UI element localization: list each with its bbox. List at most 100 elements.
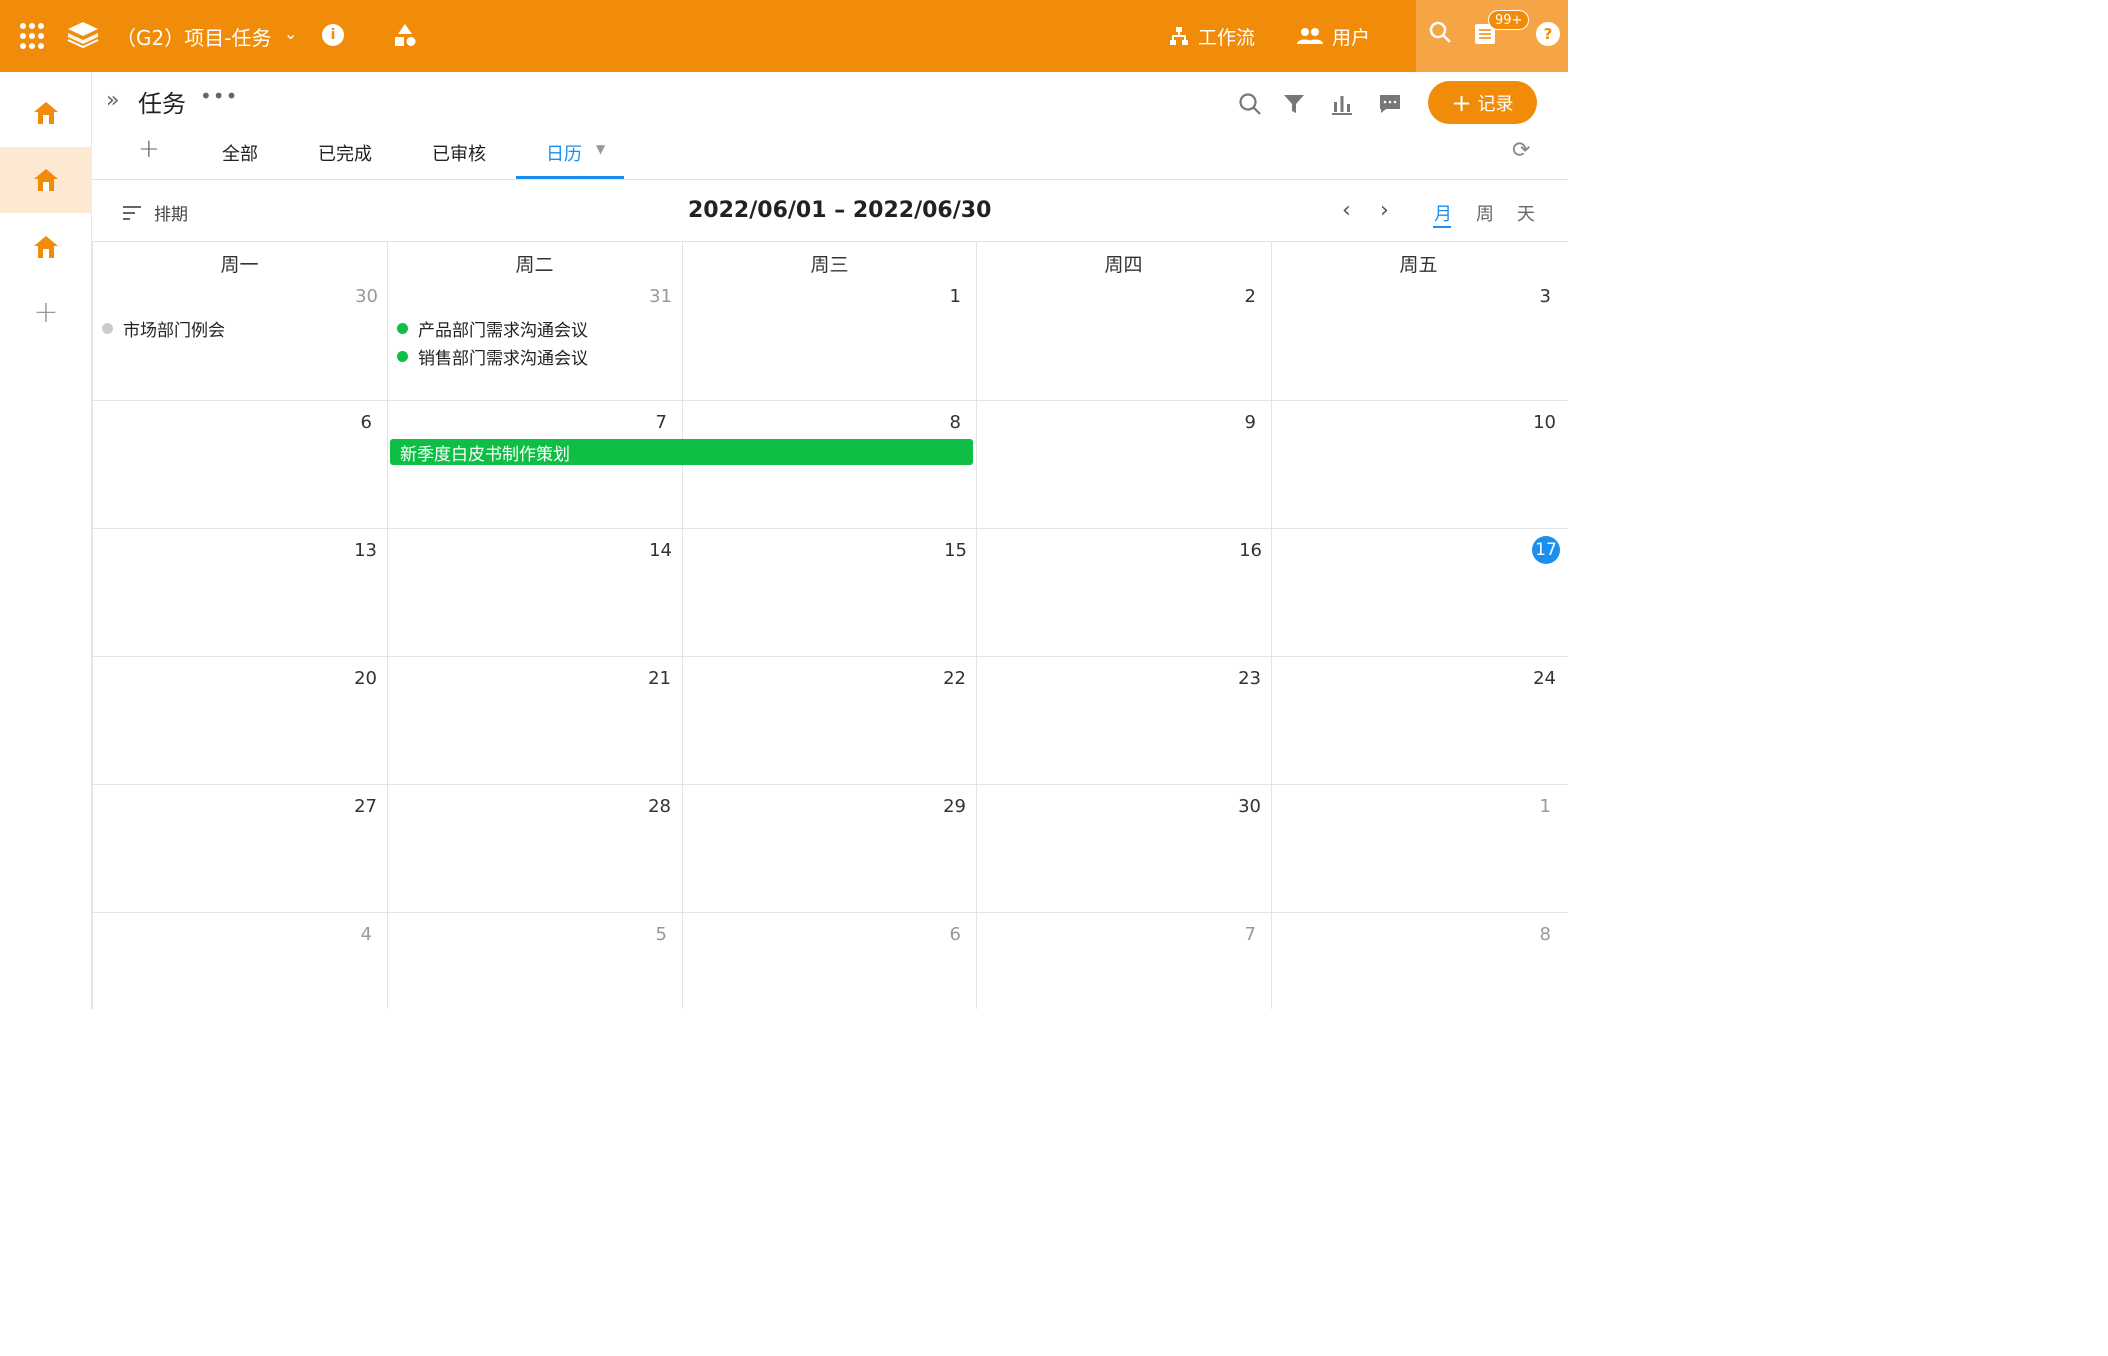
day-number[interactable]: 27 <box>317 796 377 817</box>
sidebar-item-home-3[interactable] <box>0 214 92 280</box>
info-icon[interactable]: i <box>322 24 344 46</box>
comment-icon[interactable] <box>1376 90 1404 118</box>
view-day[interactable]: 天 <box>1517 200 1535 226</box>
weekday-header: 周三 <box>810 254 849 276</box>
sort-lines-icon <box>123 205 141 220</box>
date-range: 2022/06/01 – 2022/06/30 <box>688 198 992 223</box>
chevron-left-icon[interactable]: ‹ <box>1342 198 1351 223</box>
search-icon[interactable] <box>1236 90 1264 118</box>
view-month[interactable]: 月 <box>1434 200 1452 226</box>
day-number[interactable]: 30 <box>1201 796 1261 817</box>
day-number[interactable]: 8 <box>1491 924 1551 945</box>
calendar-event[interactable]: 产品部门需求沟通会议 <box>397 316 588 341</box>
day-number[interactable]: 2 <box>1196 286 1256 307</box>
day-number[interactable]: 15 <box>907 540 967 561</box>
workflow-label: 工作流 <box>1198 26 1256 49</box>
day-number[interactable]: 7 <box>1196 924 1256 945</box>
calendar-event[interactable]: 销售部门需求沟通会议 <box>397 344 588 369</box>
caret-down-icon[interactable]: ▼ <box>596 142 605 156</box>
calendar-grid: 周一 周二 周三 周四 周五 30 31 1 2 3 6 7 8 9 10 13… <box>92 242 1568 1009</box>
day-number[interactable]: 8 <box>901 412 961 433</box>
tab-calendar[interactable]: 日历 <box>546 140 582 166</box>
span-event[interactable]: 新季度白皮书制作策划 <box>390 439 973 465</box>
weekday-header: 周一 <box>220 254 259 276</box>
day-number[interactable]: 4 <box>312 924 372 945</box>
day-number[interactable]: 24 <box>1496 668 1556 689</box>
home-icon <box>34 102 58 124</box>
day-number[interactable]: 21 <box>611 668 671 689</box>
add-record-label: 记录 <box>1477 93 1514 115</box>
more-icon[interactable]: ••• <box>200 84 238 108</box>
event-title: 销售部门需求沟通会议 <box>418 349 588 369</box>
day-number[interactable]: 30 <box>318 286 378 307</box>
event-title: 产品部门需求沟通会议 <box>418 321 588 341</box>
sidebar-item-home-2[interactable] <box>0 147 92 213</box>
day-number[interactable]: 3 <box>1491 286 1551 307</box>
top-bar: （G2）项目-任务 ⌄ i 工作流 用户 99+ ? <box>0 0 1568 72</box>
add-record-button[interactable]: + 记录 <box>1428 81 1537 124</box>
event-title: 新季度白皮书制作策划 <box>400 444 570 465</box>
shapes-icon[interactable] <box>392 22 418 48</box>
apps-grid-icon[interactable] <box>20 22 48 50</box>
weekday-header: 周四 <box>1104 254 1143 276</box>
view-week[interactable]: 周 <box>1476 200 1494 226</box>
day-number[interactable]: 10 <box>1496 412 1556 433</box>
notification-badge[interactable]: 99+ <box>1488 10 1530 30</box>
day-number[interactable]: 9 <box>1196 412 1256 433</box>
app-title[interactable]: （G2）项目-任务 <box>116 20 271 52</box>
active-view-indicator <box>1433 226 1451 228</box>
expand-icon[interactable]: » <box>106 88 119 113</box>
day-number[interactable]: 6 <box>901 924 961 945</box>
day-number[interactable]: 13 <box>317 540 377 561</box>
refresh-icon[interactable]: ⟳ <box>1512 138 1530 163</box>
users-label: 用户 <box>1332 26 1371 49</box>
status-dot <box>397 323 408 334</box>
search-icon[interactable] <box>1428 20 1454 46</box>
schedule-button[interactable]: 排期 <box>122 200 188 225</box>
filter-icon[interactable] <box>1280 90 1308 118</box>
day-number[interactable]: 23 <box>1201 668 1261 689</box>
app-logo-icon <box>66 20 100 50</box>
day-number[interactable]: 1 <box>901 286 961 307</box>
weekday-header: 周五 <box>1399 254 1438 276</box>
status-dot <box>397 351 408 362</box>
event-title: 市场部门例会 <box>123 321 225 341</box>
tab-completed[interactable]: 已完成 <box>318 140 372 166</box>
sidebar-add-icon[interactable]: + <box>0 279 92 345</box>
active-tab-indicator <box>516 176 624 179</box>
day-number[interactable]: 7 <box>607 412 667 433</box>
chart-icon[interactable] <box>1328 90 1356 118</box>
today-marker[interactable]: 17 <box>1532 536 1560 564</box>
chevron-right-icon[interactable]: › <box>1380 198 1389 223</box>
workflow-icon <box>1170 27 1188 45</box>
view-tabs: + 全部 已完成 已审核 日历 ▼ ⟳ <box>92 128 1568 180</box>
day-number[interactable]: 31 <box>612 286 672 307</box>
day-number[interactable]: 6 <box>312 412 372 433</box>
day-number[interactable]: 29 <box>906 796 966 817</box>
calendar-toolbar: 排期 2022/06/01 – 2022/06/30 ‹ › 月 周 天 <box>92 180 1568 242</box>
page-title: 任务 <box>138 90 186 118</box>
add-view-icon[interactable]: + <box>138 134 160 164</box>
chevron-down-icon[interactable]: ⌄ <box>284 24 297 43</box>
schedule-label: 排期 <box>154 205 188 225</box>
users-button[interactable]: 用户 <box>1296 20 1370 52</box>
workflow-button[interactable]: 工作流 <box>1168 20 1255 52</box>
day-number[interactable]: 5 <box>607 924 667 945</box>
weekday-header: 周二 <box>515 254 554 276</box>
tab-reviewed[interactable]: 已审核 <box>432 140 486 166</box>
status-dot <box>102 323 113 334</box>
home-icon <box>34 236 58 258</box>
day-number[interactable]: 20 <box>317 668 377 689</box>
calendar-event[interactable]: 市场部门例会 <box>102 316 225 341</box>
day-number[interactable]: 22 <box>906 668 966 689</box>
home-icon <box>34 169 58 191</box>
main-header: » 任务 ••• + 记录 + 全部 已完成 已审核 日历 ▼ ⟳ <box>92 72 1568 180</box>
users-icon <box>1297 28 1323 44</box>
tab-all[interactable]: 全部 <box>222 140 258 166</box>
sidebar-item-home-1[interactable] <box>0 80 92 146</box>
day-number[interactable]: 1 <box>1491 796 1551 817</box>
day-number[interactable]: 28 <box>611 796 671 817</box>
help-icon[interactable]: ? <box>1536 22 1560 46</box>
day-number[interactable]: 16 <box>1202 540 1262 561</box>
day-number[interactable]: 14 <box>612 540 672 561</box>
